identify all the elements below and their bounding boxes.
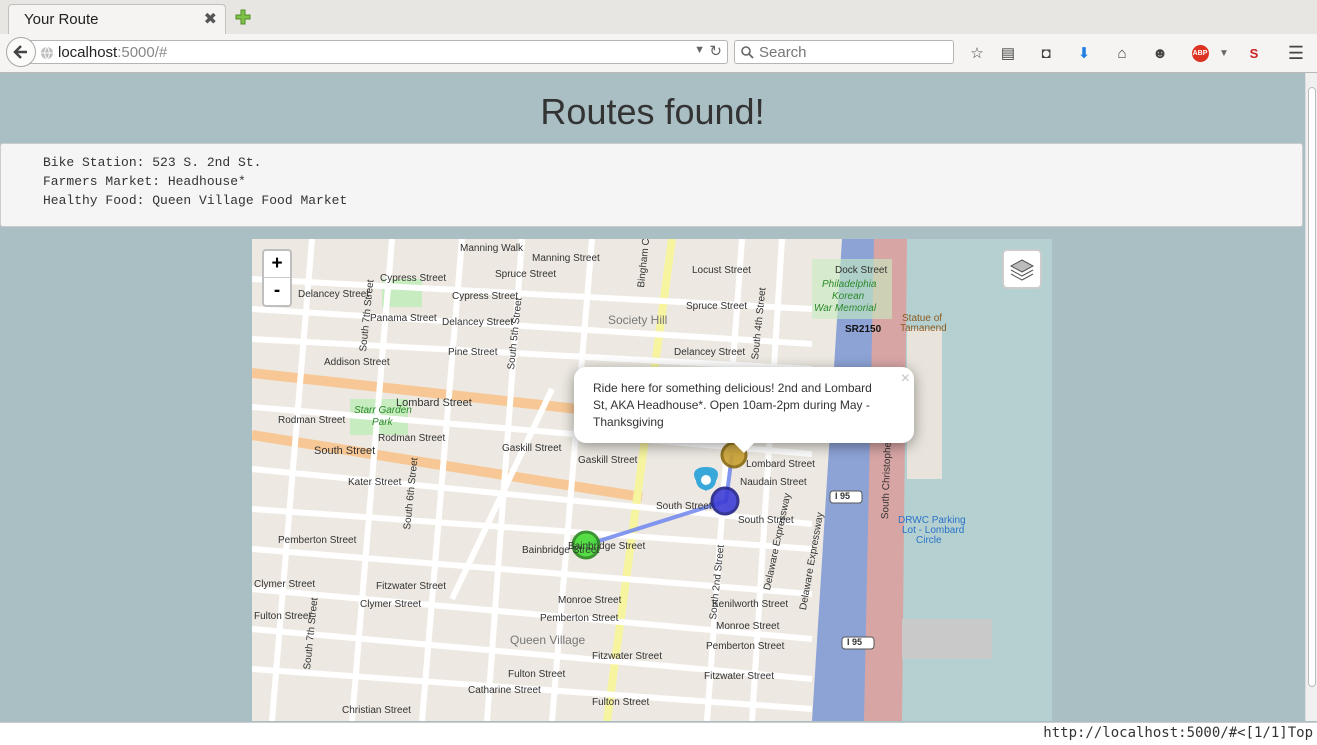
map-label: Manning Street bbox=[532, 253, 600, 264]
map-label: Rodman Street bbox=[278, 415, 346, 426]
search-box[interactable]: Search bbox=[734, 40, 954, 64]
map-label: Dock Street bbox=[835, 265, 888, 276]
pocket-icon[interactable]: ◘ bbox=[1036, 43, 1056, 63]
map-label: Monroe Street bbox=[716, 621, 780, 632]
map-label: Clymer Street bbox=[360, 599, 422, 610]
popup-close-button[interactable]: × bbox=[901, 370, 910, 388]
scrollbar-thumb[interactable] bbox=[1308, 87, 1316, 687]
map-label: Delancey Street bbox=[442, 317, 514, 328]
map-label: Kenilworth Street bbox=[712, 599, 789, 610]
back-button[interactable] bbox=[6, 37, 36, 67]
browser-chrome: Your Route ✖ localhost:5000/# ▼ ↻ Search… bbox=[0, 0, 1317, 73]
home-icon[interactable]: ⌂ bbox=[1112, 43, 1132, 63]
info-line-food: Healthy Food: Queen Village Food Market bbox=[43, 193, 348, 208]
browser-tab[interactable]: Your Route ✖ bbox=[8, 4, 226, 34]
bookmark-star-icon[interactable]: ☆ bbox=[967, 43, 987, 63]
status-text: http://localhost:5000/#<[1/1]Top bbox=[1043, 725, 1313, 741]
map-label: Korean bbox=[832, 291, 865, 302]
map-label: Delancey Street bbox=[674, 347, 746, 358]
map-label: Gaskill Street bbox=[502, 443, 562, 454]
page-title: Routes found! bbox=[540, 91, 765, 132]
layers-button[interactable] bbox=[1002, 249, 1042, 289]
map-label: Rodman Street bbox=[378, 433, 446, 444]
route-map[interactable]: Manning Walk Manning Street Spruce Stree… bbox=[252, 239, 1052, 721]
nav-toolbar: localhost:5000/# ▼ ↻ Search ☆ ▤ ◘ ⬇ ⌂ ☻ … bbox=[0, 34, 1317, 72]
map-label: Cypress Street bbox=[452, 291, 519, 302]
search-icon bbox=[741, 46, 754, 59]
map-label: Cypress Street bbox=[380, 273, 447, 284]
menu-hamburger-icon[interactable]: ☰ bbox=[1286, 43, 1306, 63]
download-icon[interactable]: ⬇ bbox=[1074, 43, 1094, 63]
route-info-box: Bike Station: 523 S. 2nd St. Farmers Mar… bbox=[0, 143, 1303, 227]
adblock-menu-icon[interactable]: ▼ bbox=[1214, 43, 1234, 63]
map-label: Philadelphia bbox=[822, 279, 877, 290]
map-label: Monroe Street bbox=[558, 595, 622, 606]
map-label: Delancey Street bbox=[298, 289, 370, 300]
adblock-icon[interactable]: ABP bbox=[1190, 43, 1210, 63]
reading-list-icon[interactable]: ▤ bbox=[998, 43, 1018, 63]
map-label: Fulton Street bbox=[508, 669, 566, 680]
map-label: Bainbridge Street bbox=[568, 541, 646, 552]
map-label: Fulton Street bbox=[592, 697, 650, 708]
chat-icon[interactable]: ☻ bbox=[1150, 43, 1170, 63]
map-label: Tamanend bbox=[900, 323, 947, 334]
info-line-market: Farmers Market: Headhouse* bbox=[43, 174, 246, 189]
map-label: I 95 bbox=[835, 491, 851, 501]
map-label: War Memorial bbox=[814, 303, 877, 314]
zoom-out-button[interactable]: - bbox=[264, 278, 290, 304]
map-label: Fitzwater Street bbox=[376, 581, 447, 592]
url-bar[interactable]: localhost:5000/# ▼ ↻ bbox=[30, 40, 728, 64]
map-label: Naudain Street bbox=[740, 477, 807, 488]
map-label: Addison Street bbox=[324, 357, 390, 368]
map-label: Locust Street bbox=[692, 265, 751, 276]
popup-tip bbox=[732, 441, 756, 453]
map-label: I 95 bbox=[847, 637, 863, 647]
new-tab-icon[interactable] bbox=[234, 8, 252, 26]
zoom-control: + - bbox=[262, 249, 292, 307]
map-label: Park bbox=[372, 417, 393, 428]
page-content: Routes found! Bike Station: 523 S. 2nd S… bbox=[0, 73, 1305, 721]
info-line-bike: Bike Station: 523 S. 2nd St. bbox=[43, 155, 262, 170]
map-label: SR2150 bbox=[845, 324, 882, 335]
map-label: Pemberton Street bbox=[706, 641, 785, 652]
map-label: Pine Street bbox=[448, 347, 498, 358]
map-label: Queen Village bbox=[510, 633, 586, 647]
map-label: Gaskill Street bbox=[578, 455, 638, 466]
map-popup: Ride here for something delicious! 2nd a… bbox=[574, 367, 914, 453]
back-arrow-icon bbox=[13, 45, 27, 59]
url-text: localhost:5000/# bbox=[58, 44, 168, 61]
map-label: Clymer Street bbox=[254, 579, 316, 590]
map-label: Spruce Street bbox=[686, 301, 748, 312]
map-label: Kater Street bbox=[348, 477, 402, 488]
page-scrollbar[interactable] bbox=[1305, 73, 1317, 721]
map-label: Society Hill bbox=[608, 313, 668, 327]
map-label: Fulton Street bbox=[254, 611, 312, 622]
map-label: Circle bbox=[916, 535, 942, 546]
map-label: South Street bbox=[656, 501, 712, 512]
extension-icon[interactable]: S bbox=[1244, 43, 1264, 63]
map-label: Panama Street bbox=[370, 313, 437, 324]
map-label: Pemberton Street bbox=[540, 613, 619, 624]
map-label: Lombard Street bbox=[746, 459, 815, 470]
map-label: Fitzwater Street bbox=[704, 671, 775, 682]
layers-icon bbox=[1009, 259, 1035, 281]
map-label: Fitzwater Street bbox=[592, 651, 663, 662]
reload-icon[interactable]: ↻ bbox=[709, 42, 722, 60]
map-label: Christian Street bbox=[342, 705, 411, 716]
tab-title: Your Route bbox=[24, 11, 99, 28]
map-label: Starr Garden bbox=[354, 405, 412, 416]
map-label: Manning Walk bbox=[460, 243, 523, 254]
popup-text: Ride here for something delicious! 2nd a… bbox=[593, 381, 872, 429]
zoom-in-button[interactable]: + bbox=[264, 251, 290, 278]
map-label: Catharine Street bbox=[468, 685, 541, 696]
search-input[interactable]: Search bbox=[759, 44, 807, 61]
tab-close-icon[interactable]: ✖ bbox=[204, 9, 217, 29]
globe-icon bbox=[41, 46, 53, 60]
map-label: South Street bbox=[314, 445, 376, 457]
map-label: Spruce Street bbox=[495, 269, 557, 280]
status-bar: http://localhost:5000/#<[1/1]Top bbox=[0, 722, 1317, 745]
map-label: Pemberton Street bbox=[278, 535, 357, 546]
url-dropdown-icon[interactable]: ▼ bbox=[694, 44, 705, 56]
